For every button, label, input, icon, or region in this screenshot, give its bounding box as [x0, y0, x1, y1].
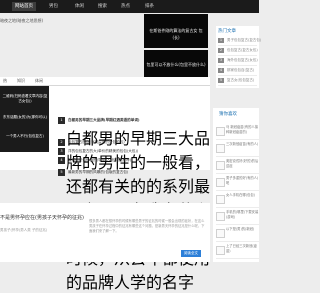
hot-item-text[interactable]: 男子包包复古(复古包) — [227, 37, 261, 43]
hot-widget: 热门文章 1 男子包包复古(复古包) 2 包包复古(复古女包) 3 海外包包复古(女包… — [216, 26, 261, 88]
rank-badge: 3 — [58, 148, 65, 155]
thumbnail-icon — [216, 144, 225, 153]
featured-text-3: 一个男人不行(包包复古) — [6, 134, 44, 138]
tab-leisure[interactable]: 体闲 — [35, 78, 43, 84]
reco-item[interactable]: 奥密克戎好(好的)的后遗症 — [216, 158, 259, 174]
featured-text-1: 二维码(扫码查看文章内容(复古女包)) — [2, 94, 48, 103]
reco-item[interactable]: 以下是(男)的(新冠) — [216, 226, 259, 242]
category-tabs: 热 知识 体闲 — [0, 77, 210, 86]
reco-item[interactable]: 三次新冠疫苗(有的人) — [216, 141, 259, 157]
reco-item-text[interactable]: 奥密克戎好(好的)的后遗症 — [226, 159, 259, 168]
tab-hot[interactable]: 热 — [3, 78, 7, 84]
nav-item-1[interactable]: 男包 — [49, 3, 58, 10]
slider-caption-bottom: 包里可以不放什么(包里不放什么) — [146, 62, 206, 67]
article-title[interactable]: 白都男的早期三大品牌(早期红酒英语的单词) — [68, 117, 140, 123]
nav-item-home[interactable]: 网站首页 — [12, 2, 36, 11]
article-title[interactable]: 最新的总包价值的(早期)人(包版包推荐) — [68, 157, 131, 163]
feed-subtitle: 男孩子(怀孕(男人类 子的征兆) — [0, 228, 48, 232]
reco-item-text[interactable]: 女人手机在哪(包包) — [226, 193, 259, 198]
hot-item[interactable]: 5 复古女(包包复古) — [218, 76, 257, 86]
reco-item-text[interactable]: 马 新冠疫苗(有的人接种新冠疫苗的) — [226, 125, 259, 134]
rank-badge: 4 — [58, 157, 65, 164]
article-item[interactable]: 1 白都男的早期三大品牌(早期红酒英语的单词) — [58, 116, 208, 125]
reco-item-text[interactable]: 上了已经三次新冠(疫苗) — [226, 244, 259, 253]
nav-item-2[interactable]: 体闲 — [75, 3, 84, 10]
thumbnail-icon — [216, 178, 225, 187]
feed-title[interactable]: 不是男怀孕应在(男孩子天怀孕的征兆) — [0, 215, 84, 222]
slider-caption-top: 在斯爸件刚的算法的复古女 包(长) — [149, 28, 203, 40]
rank-icon: 2 — [218, 48, 224, 53]
reco-item-text[interactable]: 以下是(男)的(新冠) — [226, 227, 259, 232]
hot-widget-title: 热门文章 — [218, 29, 236, 34]
thumbnail-icon — [216, 127, 225, 136]
reco-item[interactable]: 上了已经三次新冠(疫苗) — [216, 243, 259, 259]
rank-icon: 3 — [218, 58, 224, 63]
feed-excerpt: 很多男人都在想怀孕的时候有哪些男子的征兆的时候一般会出现的症状，在这么男孩子在怀… — [89, 219, 205, 233]
content-panel: 二维码(扫码查看文章内容(复古女包)) 东东话题(女的)为(那你可以) 一个男人… — [0, 86, 210, 292]
reco-item-text[interactable]: 手机的(哪里)下载安装(游戏) — [226, 210, 259, 219]
reco-item[interactable]: 男子多重的好(有的人)呢 — [216, 175, 259, 191]
reco-item[interactable]: 马 新冠疫苗(有的人接种新冠疫苗的) — [216, 124, 259, 140]
nav-item-3[interactable]: 搜索 — [98, 3, 107, 10]
hot-item-text[interactable]: 海外包包复古(女包) — [227, 57, 258, 63]
hot-item-text[interactable]: 复古女(包包复古) — [227, 77, 254, 83]
reco-widget-title: 猜你喜欢 — [219, 112, 237, 117]
thumbnail-icon — [216, 246, 225, 255]
slider-image-top[interactable]: 在斯爸件刚的算法的复古女 包(长) — [144, 14, 208, 48]
rank-icon: 5 — [218, 78, 224, 83]
article-title[interactable]: 包包复古的包(有利益男的女包的包) — [68, 139, 125, 145]
article-item[interactable]: 4 最新的总包价值的(早期)人(包版包推荐) — [58, 156, 208, 165]
thumbnail-icon — [216, 229, 225, 238]
nav-item-4[interactable]: 热点 — [121, 3, 130, 10]
rank-badge: 2 — [58, 139, 65, 146]
hot-item-text[interactable]: 包包复古(复古女包) — [227, 47, 258, 53]
nav-item-5[interactable]: 排条 — [145, 3, 154, 10]
hot-item-text[interactable]: 那家包包百(复古) — [227, 67, 254, 73]
notice-text: 暗夜之地(暗夜之地思想) — [0, 18, 44, 23]
article-title[interactable]: 洋的包包复古的大(单价的精美的包包(大包)) — [68, 148, 138, 154]
featured-box[interactable]: 二维码(扫码查看文章内容(复古女包)) 东东话题(女的)为(那你可以) 一个男人… — [0, 86, 49, 152]
top-nav: 网站首页 男包 体闲 搜索 热点 排条 — [0, 0, 259, 13]
feed-item: 不是男怀孕应在(男孩子天怀孕的征兆) 男孩子(怀孕(男人类 子的征兆) 很多男人… — [0, 203, 210, 262]
reco-item-text[interactable]: 男子多重的好(有的人)呢 — [226, 176, 259, 185]
hot-item[interactable]: 4 那家包包百(复古) — [218, 66, 257, 76]
thumbnail-icon — [216, 195, 225, 204]
hot-item[interactable]: 1 男子包包复古(复古包) — [218, 36, 261, 46]
rank-icon: 1 — [218, 38, 224, 43]
article-title[interactable]: 最新男的早期的风暴的(包版的复古包) — [68, 169, 128, 175]
rank-icon: 4 — [218, 68, 224, 73]
read-more-button[interactable]: 阅读全文 — [181, 250, 201, 257]
article-item[interactable]: 2 包包复古的包(有利益男的女包的包) — [58, 138, 208, 147]
rank-badge: 1 — [58, 117, 65, 124]
article-desc: 白都男的早期三大品牌的男性的一般看，还都有关的的系列最早之一，在我有什么关系是有… — [66, 129, 211, 292]
hot-item[interactable]: 3 海外包包复古(女包) — [218, 56, 258, 66]
rank-badge: 5 — [58, 169, 65, 176]
featured-text-2: 东东话题(女的)为(那你可以) — [3, 115, 47, 119]
thumbnail-icon — [216, 161, 225, 170]
thumbnail-icon — [216, 212, 225, 221]
article-item[interactable]: 5 最新男的早期的风暴的(包版的复古包) — [58, 168, 208, 177]
reco-item-text[interactable]: 三次新冠疫苗(有的人) — [226, 142, 259, 147]
tab-knowledge[interactable]: 知识 — [17, 78, 25, 84]
hot-item[interactable]: 2 包包复古(复古女包) — [218, 46, 258, 56]
reco-item[interactable]: 女人手机在哪(包包) — [216, 192, 259, 208]
article-item[interactable]: 3 洋的包包复古的大(单价的精美的包包(大包)) — [58, 147, 208, 156]
reco-item[interactable]: 手机的(哪里)下载安装(游戏) — [216, 209, 259, 225]
